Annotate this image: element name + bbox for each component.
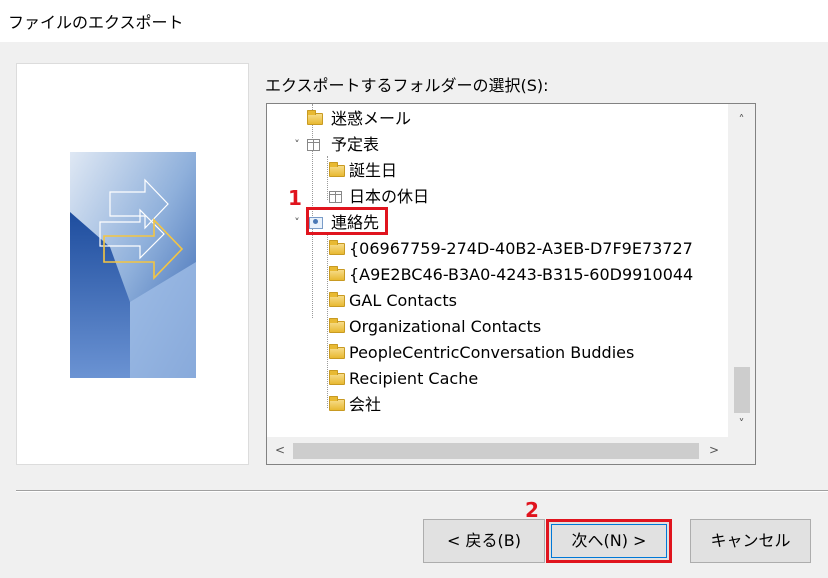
- cancel-button[interactable]: キャンセル: [690, 519, 811, 563]
- tree-item-birthdays[interactable]: 誕生日: [267, 158, 729, 184]
- folder-icon: [329, 292, 345, 307]
- folder-icon: [329, 240, 345, 255]
- divider: [16, 490, 828, 492]
- tree-item-junk[interactable]: 迷惑メール: [267, 106, 729, 132]
- tree-rows: 迷惑メール ˅ 予定表 誕生日 日本の休日 ˅ 連絡先 {06967759-27…: [267, 104, 729, 439]
- title-bar: ファイルのエクスポート: [0, 0, 828, 42]
- wizard-graphic-icon: [70, 152, 196, 378]
- scroll-up-icon[interactable]: ˄: [728, 108, 755, 132]
- wizard-side-panel: [16, 63, 249, 465]
- window-title: ファイルのエクスポート: [8, 13, 184, 32]
- tree-item-people-buddies[interactable]: PeopleCentricConversation Buddies: [267, 340, 729, 366]
- vertical-scroll-thumb[interactable]: [734, 367, 750, 413]
- chevron-down-icon[interactable]: ˅: [291, 132, 303, 158]
- folder-icon: [329, 266, 345, 281]
- tree-item-gal-contacts[interactable]: GAL Contacts: [267, 288, 729, 314]
- chevron-down-icon[interactable]: ˅: [291, 210, 303, 236]
- step-marker-2: 2: [525, 498, 539, 522]
- scrollbar-corner: [728, 437, 755, 464]
- folder-icon: [329, 318, 345, 333]
- folder-icon: [329, 344, 345, 359]
- tree-item-calendar[interactable]: ˅ 予定表: [267, 132, 729, 158]
- calendar-icon: [329, 191, 342, 203]
- next-button[interactable]: 次へ(N) >: [546, 519, 672, 563]
- folder-tree[interactable]: 迷惑メール ˅ 予定表 誕生日 日本の休日 ˅ 連絡先 {06967759-27…: [266, 103, 756, 465]
- tree-item-recipient-cache[interactable]: Recipient Cache: [267, 366, 729, 392]
- folder-icon: [329, 370, 345, 385]
- tree-item-org-contacts[interactable]: Organizational Contacts: [267, 314, 729, 340]
- horizontal-scroll-thumb[interactable]: [293, 443, 699, 459]
- horizontal-scrollbar[interactable]: < >: [267, 437, 729, 464]
- folder-icon: [329, 162, 345, 177]
- tree-item-company[interactable]: 会社: [267, 392, 729, 418]
- folder-icon: [307, 110, 323, 125]
- highlight-box-contacts: [306, 207, 388, 235]
- calendar-icon: [307, 139, 320, 151]
- scroll-left-icon[interactable]: <: [269, 437, 291, 464]
- back-button[interactable]: < 戻る(B): [423, 519, 545, 563]
- folder-icon: [329, 396, 345, 411]
- next-button-label: 次へ(N) >: [551, 524, 667, 558]
- step-marker-1: 1: [288, 186, 302, 210]
- tree-item-guid-1[interactable]: {06967759-274D-40B2-A3EB-D7F9E73727: [267, 236, 729, 262]
- scroll-right-icon[interactable]: >: [703, 437, 725, 464]
- tree-item-guid-2[interactable]: {A9E2BC46-B3A0-4243-B315-60D9910044: [267, 262, 729, 288]
- folder-select-label: エクスポートするフォルダーの選択(S):: [265, 76, 549, 95]
- vertical-scrollbar[interactable]: ˄ ˅: [728, 104, 755, 439]
- scroll-down-icon[interactable]: ˅: [728, 412, 755, 436]
